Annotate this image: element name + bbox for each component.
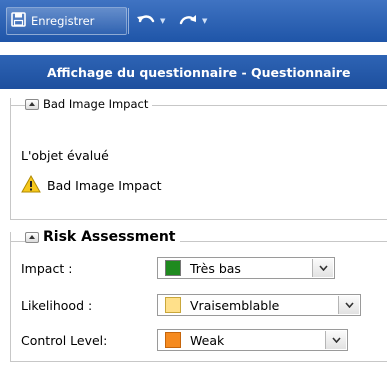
likelihood-color-swatch xyxy=(165,297,181,313)
likelihood-select[interactable]: Vraisemblable xyxy=(157,294,361,316)
toolbar: Enregistrer ▼ ▼ xyxy=(0,0,387,42)
chevron-up-icon xyxy=(29,102,35,106)
object-section-legend: Bad Image Impact xyxy=(25,97,153,111)
likelihood-value: Vraisemblable xyxy=(190,297,280,313)
chevron-down-icon[interactable] xyxy=(312,259,333,277)
evaluated-object[interactable]: Bad Image Impact xyxy=(21,174,162,196)
redo-arrow-icon xyxy=(178,12,198,31)
chevron-up-icon xyxy=(29,235,35,239)
impact-color-swatch xyxy=(165,260,181,276)
control-level-label: Control Level: xyxy=(21,332,108,348)
page-title: Affichage du questionnaire - Questionnai… xyxy=(0,55,387,89)
collapse-toggle[interactable] xyxy=(25,231,39,243)
evaluated-object-name: Bad Image Impact xyxy=(47,178,162,193)
toolbar-separator xyxy=(128,8,129,34)
redo-dropdown-icon[interactable]: ▼ xyxy=(202,17,207,25)
impact-label: Impact : xyxy=(21,260,73,276)
undo-arrow-icon xyxy=(136,12,156,31)
risk-section-title: Risk Assessment xyxy=(43,229,176,245)
impact-value: Très bas xyxy=(190,260,241,276)
collapse-toggle[interactable] xyxy=(25,98,39,110)
risk-assessment-section: Risk Assessment Impact : Très bas Likeli… xyxy=(10,229,387,362)
redo-button[interactable]: ▼ xyxy=(178,7,220,35)
impact-select[interactable]: Très bas xyxy=(157,257,335,279)
floppy-disk-icon xyxy=(11,12,26,30)
undo-dropdown-icon[interactable]: ▼ xyxy=(160,17,165,25)
chevron-down-icon[interactable] xyxy=(325,331,346,349)
likelihood-label: Likelihood : xyxy=(21,297,93,313)
save-button[interactable]: Enregistrer xyxy=(6,7,127,35)
likelihood-row: Likelihood : xyxy=(21,294,92,316)
evaluated-object-label: L'objet évalué xyxy=(21,148,109,163)
control-level-row: Control Level: xyxy=(21,329,107,351)
impact-row: Impact : xyxy=(21,257,72,279)
object-section-title: Bad Image Impact xyxy=(43,97,149,111)
control-level-select[interactable]: Weak xyxy=(157,329,348,351)
save-label: Enregistrer xyxy=(31,14,95,28)
risk-section-legend: Risk Assessment xyxy=(25,229,180,245)
control-level-value: Weak xyxy=(190,332,225,348)
object-section: Bad Image Impact L'objet évalué Bad Imag… xyxy=(10,97,387,220)
undo-button[interactable]: ▼ xyxy=(136,7,174,35)
warning-icon xyxy=(21,174,41,196)
control-level-color-swatch xyxy=(165,332,181,348)
chevron-down-icon[interactable] xyxy=(338,296,359,314)
page-title-text: Affichage du questionnaire - Questionnai… xyxy=(47,64,351,80)
